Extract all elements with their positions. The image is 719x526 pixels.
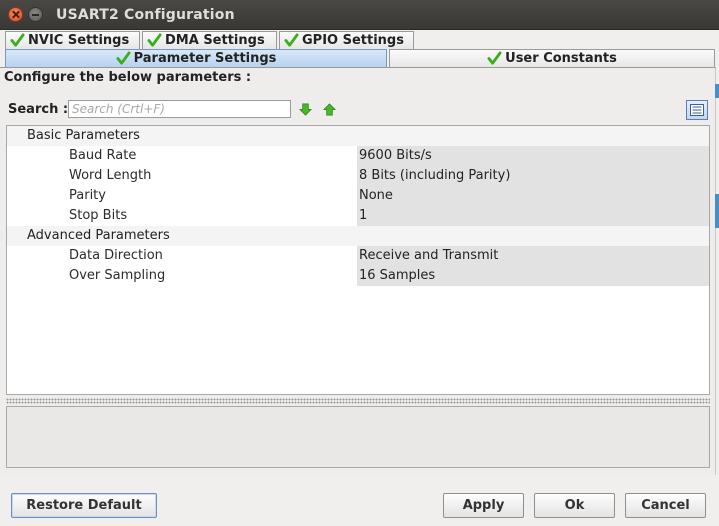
group-row-basic-parameters[interactable]: Basic Parameters	[7, 126, 709, 146]
check-icon	[284, 33, 299, 47]
arrow-up-icon[interactable]	[322, 102, 337, 117]
param-row-over-sampling[interactable]: Over Sampling 16 Samples	[7, 266, 709, 286]
background-window-edge	[715, 84, 719, 98]
param-row-data-direction[interactable]: Data Direction Receive and Transmit	[7, 246, 709, 266]
param-value[interactable]: None	[357, 186, 709, 206]
list-view-toggle-button[interactable]	[686, 100, 708, 120]
param-name: Baud Rate	[69, 148, 137, 163]
check-icon	[116, 51, 131, 65]
param-row-stop-bits[interactable]: Stop Bits 1	[7, 206, 709, 226]
cancel-button[interactable]: Cancel	[625, 493, 706, 518]
param-name: Stop Bits	[69, 208, 128, 223]
tab-label: Parameter Settings	[133, 51, 277, 66]
search-label: Search :	[8, 102, 69, 117]
apply-button[interactable]: Apply	[443, 493, 524, 518]
param-name: Parity	[69, 188, 106, 203]
close-window-icon[interactable]	[8, 7, 23, 22]
group-name: Basic Parameters	[7, 126, 709, 146]
parameter-table: Basic Parameters Baud Rate 9600 Bits/s W…	[6, 125, 710, 395]
param-value[interactable]: 8 Bits (including Parity)	[357, 166, 709, 186]
check-icon	[487, 51, 502, 65]
param-name: Word Length	[69, 168, 152, 183]
group-name: Advanced Parameters	[7, 226, 709, 246]
param-value[interactable]: 9600 Bits/s	[357, 146, 709, 166]
param-row-baud-rate[interactable]: Baud Rate 9600 Bits/s	[7, 146, 709, 166]
configure-label: Configure the below parameters :	[4, 70, 252, 85]
list-icon	[690, 104, 704, 116]
search-input[interactable]	[68, 100, 291, 118]
param-value[interactable]: 1	[357, 206, 709, 226]
param-row-word-length[interactable]: Word Length 8 Bits (including Parity)	[7, 166, 709, 186]
check-icon	[10, 33, 25, 47]
param-value[interactable]: Receive and Transmit	[357, 246, 709, 266]
group-row-advanced-parameters[interactable]: Advanced Parameters	[7, 226, 709, 246]
title-bar: USART2 Configuration	[0, 0, 719, 30]
check-icon	[147, 33, 162, 47]
tab-gpio-settings[interactable]: GPIO Settings	[279, 31, 414, 49]
param-row-parity[interactable]: Parity None	[7, 186, 709, 206]
tab-label: GPIO Settings	[302, 33, 404, 48]
tab-user-constants[interactable]: User Constants	[389, 49, 715, 67]
panel-splitter[interactable]	[6, 398, 710, 404]
arrow-down-icon[interactable]	[298, 102, 313, 117]
ok-button[interactable]: Ok	[534, 493, 615, 518]
tab-label: User Constants	[505, 51, 617, 66]
window-title: USART2 Configuration	[56, 7, 235, 23]
tab-dma-settings[interactable]: DMA Settings	[142, 31, 277, 49]
background-window-edge	[715, 194, 719, 228]
param-name: Over Sampling	[69, 268, 166, 283]
tab-nvic-settings[interactable]: NVIC Settings	[5, 31, 140, 49]
param-name: Data Direction	[69, 248, 163, 263]
minimize-window-icon[interactable]	[28, 7, 43, 22]
tab-label: NVIC Settings	[28, 33, 130, 48]
tab-label: DMA Settings	[165, 33, 265, 48]
tab-parameter-settings[interactable]: Parameter Settings	[5, 49, 387, 67]
restore-default-button[interactable]: Restore Default	[11, 493, 157, 518]
param-value[interactable]: 16 Samples	[357, 266, 709, 286]
description-area	[6, 406, 710, 468]
